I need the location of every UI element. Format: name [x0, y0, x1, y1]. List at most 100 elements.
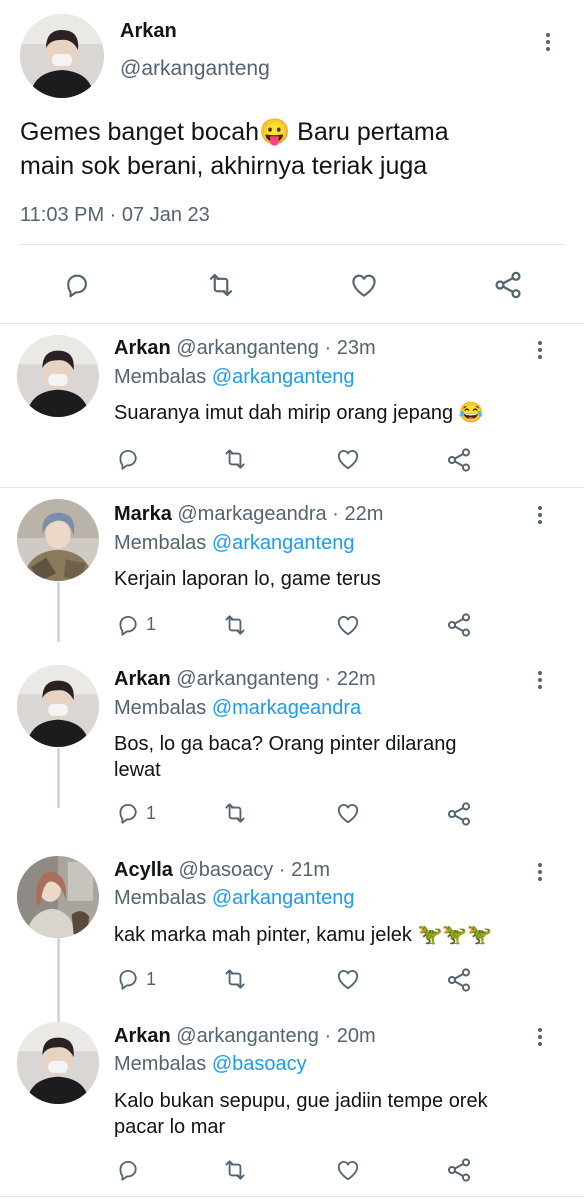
like-icon[interactable]	[333, 799, 363, 827]
divider	[0, 1196, 584, 1197]
reply-time[interactable]: 23m	[337, 337, 376, 359]
thread-line	[57, 582, 60, 642]
reply-count: 1	[146, 614, 157, 634]
reply-author-name[interactable]: Arkan	[114, 1025, 171, 1047]
main-retweet-icon[interactable]	[202, 268, 240, 302]
reply-time[interactable]: 21m	[291, 859, 330, 881]
reply-more-icon[interactable]	[528, 860, 552, 884]
reply-more-icon[interactable]	[528, 668, 552, 692]
replying-label: Membalas	[114, 366, 207, 388]
retweet-icon[interactable]	[219, 1156, 251, 1184]
reply-text-line1: Kalo bukan sepupu, gue jadiin tempe orek	[114, 1090, 488, 1112]
replying-to-handle[interactable]: @arkanganteng	[212, 532, 355, 554]
main-tweet-timestamp[interactable]: 11:03 PM · 07 Jan 23	[20, 204, 210, 227]
share-icon[interactable]	[444, 799, 474, 829]
reply-count: 1	[146, 969, 157, 989]
reply-handle[interactable]: @markageandra	[177, 503, 326, 525]
main-like-icon[interactable]	[346, 268, 382, 302]
reply-text: Kerjain laporan lo, game terus	[114, 566, 381, 592]
replying-to-line: Membalas @arkanganteng	[114, 532, 354, 555]
reply-handle[interactable]: @basoacy	[179, 859, 274, 881]
reply-avatar[interactable]	[17, 1022, 99, 1104]
main-share-icon[interactable]	[490, 268, 526, 302]
retweet-icon[interactable]	[219, 799, 251, 827]
replying-label: Membalas	[114, 532, 207, 554]
reply-text-line1: Kerjain laporan lo, game terus	[114, 568, 381, 590]
replying-to-line: Membalas @arkanganteng	[114, 887, 354, 910]
reply-text-line1: kak marka mah pinter, kamu jelek 🦖🦖🦖	[114, 924, 493, 946]
reply-icon[interactable]	[114, 799, 142, 827]
reply-handle[interactable]: @arkanganteng	[176, 1025, 319, 1047]
retweet-icon[interactable]	[219, 611, 251, 639]
reply-dot-separator: ·	[324, 668, 332, 690]
reply-handle[interactable]: @arkanganteng	[176, 337, 319, 359]
divider	[0, 323, 584, 324]
reply-icon[interactable]	[114, 1156, 142, 1184]
reply-header: Marka @markageandra · 22m	[114, 503, 383, 526]
replying-label: Membalas	[114, 887, 207, 909]
reply-icon[interactable]	[114, 445, 142, 473]
like-icon[interactable]	[333, 611, 363, 639]
main-tweet-text-line1: Gemes banget bocah	[20, 118, 260, 146]
share-icon[interactable]	[444, 610, 474, 640]
main-reply-icon[interactable]	[60, 268, 94, 302]
like-icon[interactable]	[333, 965, 363, 993]
reply-text-line1: Bos, lo ga baca? Orang pinter dilarang	[114, 733, 457, 755]
replying-to-handle[interactable]: @markageandra	[212, 697, 361, 719]
retweet-icon[interactable]	[219, 445, 251, 473]
reply-header: Acylla @basoacy · 21m	[114, 859, 330, 882]
main-tweet-more-icon[interactable]	[536, 30, 560, 54]
reply-text-line1: Suaranya imut dah mirip orang jepang 😂	[114, 402, 484, 424]
reply-dot-separator: ·	[324, 1025, 332, 1047]
reply-dot-separator: ·	[332, 503, 339, 525]
avatar-acylla-image	[17, 856, 99, 938]
main-tweet-author-name[interactable]: Arkan	[120, 20, 177, 43]
share-icon[interactable]	[444, 445, 474, 475]
reply-more-icon[interactable]	[528, 338, 552, 362]
reply-author-name[interactable]: Arkan	[114, 337, 171, 359]
reply-more-icon[interactable]	[528, 1025, 552, 1049]
divider	[0, 487, 584, 488]
reply-header: Arkan @arkanganteng · 22m	[114, 668, 376, 691]
thread-line	[57, 748, 60, 808]
reply-header: Arkan @arkanganteng · 23m	[114, 337, 376, 360]
avatar-arkan-image	[17, 665, 99, 747]
reply-time[interactable]: 22m	[337, 668, 376, 690]
main-tweet-avatar[interactable]	[20, 14, 104, 98]
reply-time[interactable]: 22m	[344, 503, 383, 525]
share-icon[interactable]	[444, 965, 474, 995]
reply-more-icon[interactable]	[528, 503, 552, 527]
main-tweet-handle[interactable]: @arkanganteng	[120, 57, 270, 81]
retweet-icon[interactable]	[219, 965, 251, 993]
reply-text-line2: pacar lo mar	[114, 1116, 226, 1138]
avatar-arkan-image	[17, 1022, 99, 1104]
reply-avatar[interactable]	[17, 335, 99, 417]
tongue-emoji-icon: 😛	[259, 118, 291, 146]
reply-icon[interactable]	[114, 965, 142, 993]
reply-dot-separator: ·	[324, 337, 332, 359]
reply-text: Bos, lo ga baca? Orang pinter dilarang l…	[114, 731, 456, 783]
avatar-arkan-image	[20, 14, 104, 98]
reply-avatar[interactable]	[17, 856, 99, 938]
reply-handle[interactable]: @arkanganteng	[176, 668, 319, 690]
replying-to-line: Membalas @markageandra	[114, 697, 361, 720]
reply-avatar[interactable]	[17, 665, 99, 747]
replying-to-handle[interactable]: @arkanganteng	[212, 366, 355, 388]
reply-author-name[interactable]: Acylla	[114, 859, 173, 881]
replying-label: Membalas	[114, 697, 207, 719]
like-icon[interactable]	[333, 1156, 363, 1184]
share-icon[interactable]	[444, 1155, 474, 1185]
replying-to-line: Membalas @arkanganteng	[114, 366, 354, 389]
reply-avatar[interactable]	[17, 499, 99, 581]
replying-to-handle[interactable]: @basoacy	[212, 1053, 307, 1075]
reply-text: kak marka mah pinter, kamu jelek 🦖🦖🦖	[114, 922, 492, 948]
replying-to-line: Membalas @basoacy	[114, 1053, 307, 1076]
reply-author-name[interactable]: Marka	[114, 503, 172, 525]
reply-time[interactable]: 20m	[337, 1025, 376, 1047]
reply-dot-separator: ·	[278, 859, 286, 881]
reply-icon[interactable]	[114, 611, 142, 639]
replying-to-handle[interactable]: @arkanganteng	[212, 887, 355, 909]
like-icon[interactable]	[333, 445, 363, 473]
reply-author-name[interactable]: Arkan	[114, 668, 171, 690]
reply-text: Kalo bukan sepupu, gue jadiin tempe orek…	[114, 1088, 488, 1140]
